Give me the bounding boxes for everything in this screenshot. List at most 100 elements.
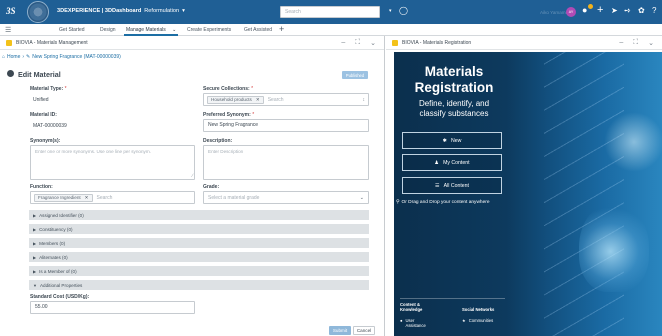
send-icon[interactable]: ➺ (624, 6, 631, 15)
status-badge: Published (342, 71, 368, 79)
minimize-icon[interactable]: – (341, 39, 345, 47)
tab-get-assisted[interactable]: Get Assisted (244, 27, 272, 33)
material-id-value: MAT-00000039 (33, 123, 67, 129)
synonyms-label: Synonym(s): (30, 138, 61, 144)
apps-icon[interactable]: ✿ (638, 6, 645, 15)
notifications-icon[interactable]: ● (582, 5, 587, 15)
standard-cost-label: Standard Cost (USD/Kg): (30, 294, 90, 300)
search-options-chevron-icon[interactable]: ▾ (389, 8, 392, 14)
caret-right-icon: ▶ (33, 254, 37, 260)
tab-get-started[interactable]: Get Started (59, 27, 85, 33)
dropdown-icon[interactable]: ↕ (363, 97, 366, 103)
new-button[interactable]: ✱ New (402, 132, 502, 149)
breadcrumb-home[interactable]: Home (7, 54, 20, 60)
grade-select[interactable]: Select a material grade ⌄ (203, 191, 369, 204)
tab-create-experiments[interactable]: Create Experiments (187, 27, 231, 33)
hero-subtitle-line-2: classify substances (419, 109, 489, 118)
preferred-synonym-label: Preferred Synonym: * (203, 112, 255, 118)
search-icon[interactable]: ⚲ (372, 6, 378, 15)
my-content-button[interactable]: ♟ My Content (402, 154, 502, 171)
edit-icon: ✎ (26, 54, 31, 60)
remove-tag-icon[interactable]: ✕ (85, 195, 89, 201)
maximize-icon[interactable]: ⛶ (633, 39, 638, 47)
grade-label: Grade: (203, 184, 220, 190)
app-icon (392, 39, 398, 46)
function-label: Function: (30, 184, 53, 190)
section-assigned-identifier[interactable]: ▶ Assigned Identifier (0) (29, 210, 369, 220)
material-type-value: Unified (33, 97, 49, 103)
secure-collections-label: Secure Collections: * (203, 86, 254, 92)
home-icon[interactable]: ⌂ (2, 54, 5, 60)
description-label: Description: (203, 138, 233, 144)
submit-button[interactable]: Submit (329, 326, 351, 335)
standard-cost-input[interactable]: 55.00 (30, 301, 195, 314)
caret-down-icon: ▼ (33, 282, 37, 288)
panel-title-bar: BIOVIA - Materials Registration – ⛶ ⌄ (386, 36, 662, 50)
avatar[interactable]: AY (566, 7, 576, 17)
all-content-button[interactable]: ☰ All Content (402, 177, 502, 194)
app-brand: 3DEXPERIENCE | 3DDashboard (57, 8, 142, 14)
section-alternates[interactable]: ▶ Aliternates (0) (29, 252, 369, 262)
dna-helix-image (544, 52, 624, 336)
synonyms-textarea[interactable]: Enter one or more synonyms. Use one line… (30, 145, 195, 180)
resize-handle-icon[interactable]: ∕ (192, 173, 193, 179)
app-icon (6, 39, 12, 46)
breadcrumb-current[interactable]: New Spring Fragrance (MAT-00000039) (32, 54, 121, 60)
communities-icon: ★ (462, 318, 466, 323)
help-icon[interactable]: ? (652, 6, 656, 15)
compass-icon[interactable] (27, 1, 49, 23)
remove-tag-icon[interactable]: ✕ (256, 97, 260, 103)
section-member-of[interactable]: ▶ Is a Member of (0) (29, 266, 369, 276)
chevron-down-icon: ⌄ (359, 194, 364, 201)
caret-right-icon: ▶ (33, 226, 37, 232)
search-input[interactable]: Search (280, 6, 380, 18)
share-icon[interactable]: ➤ (611, 6, 618, 15)
tag-icon[interactable]: ◯ (399, 6, 408, 15)
material-icon (7, 70, 14, 77)
add-icon[interactable]: + (597, 4, 603, 16)
ds-logo[interactable]: 3S (6, 4, 20, 18)
material-type-label: Material Type: * (30, 86, 67, 92)
tab-design[interactable]: Design (100, 27, 116, 33)
panel-title-bar: BIOVIA - Materials Management – ⛶ ⌄ (0, 36, 384, 50)
cancel-button[interactable]: Cancel (353, 326, 375, 335)
hero-subtitle-line-1: Define, identify, and (418, 99, 490, 108)
section-members[interactable]: ▶ Members (0) (29, 238, 369, 248)
chevron-down-icon[interactable]: ⌄ (648, 39, 654, 47)
list-icon: ☰ (434, 182, 440, 189)
panel-title: BIOVIA - Materials Registration (402, 39, 472, 46)
drop-icon: ⚲ (396, 200, 400, 205)
maximize-icon[interactable]: ⛶ (355, 39, 360, 47)
drop-hint: ⚲ Or Drag and Drop your content anywhere (396, 200, 490, 205)
minimize-icon[interactable]: – (619, 39, 623, 47)
glow-image (604, 112, 662, 172)
caret-right-icon: ▶ (33, 240, 37, 246)
footer-col-social: Social Networks ★ Communities (462, 307, 495, 323)
dashboard-tab-bar: ☰ Get Started Design Manage Materials ⌄ … (0, 24, 662, 36)
secure-collections-input[interactable]: Household products ✕ Search ↕ (203, 93, 369, 106)
function-tag: Fragrance Ingredient ✕ (34, 193, 93, 202)
add-tab-icon[interactable]: + (279, 24, 284, 34)
chevron-down-icon[interactable]: ▾ (182, 8, 185, 14)
chevron-down-icon[interactable]: ⌄ (370, 39, 376, 47)
function-input[interactable]: Fragrance Ingredient ✕ Search (30, 191, 195, 204)
hero-title-line-2: Registration (414, 80, 494, 95)
users-icon: ♟ (434, 159, 440, 166)
materials-registration-panel: BIOVIA - Materials Registration – ⛶ ⌄ Ma… (386, 36, 662, 336)
chevron-down-icon[interactable]: ⌄ (172, 27, 176, 33)
tab-manage-materials[interactable]: Manage Materials ⌄ (124, 24, 179, 36)
material-id-label: Material ID: (30, 112, 57, 118)
section-constituency[interactable]: ▶ Constituency (0) (29, 224, 369, 234)
hero-title-line-1: Materials (424, 64, 484, 79)
collection-tag: Household products ✕ (207, 95, 264, 104)
preferred-synonym-input[interactable]: New Spring Fragrance (203, 119, 369, 132)
section-additional-properties[interactable]: ▼ Additional Properties (29, 280, 369, 290)
communities-link[interactable]: ★ Communities (462, 318, 494, 323)
user-assistance-link[interactable]: ● User Assistance (400, 318, 426, 328)
dashboard-name[interactable]: Reformulation (144, 8, 179, 14)
menu-icon[interactable]: ☰ (5, 26, 11, 34)
footer-divider (400, 298, 505, 299)
description-textarea[interactable]: Enter Description (203, 145, 369, 180)
info-icon: ● (400, 318, 403, 323)
caret-right-icon: ▶ (33, 268, 37, 274)
